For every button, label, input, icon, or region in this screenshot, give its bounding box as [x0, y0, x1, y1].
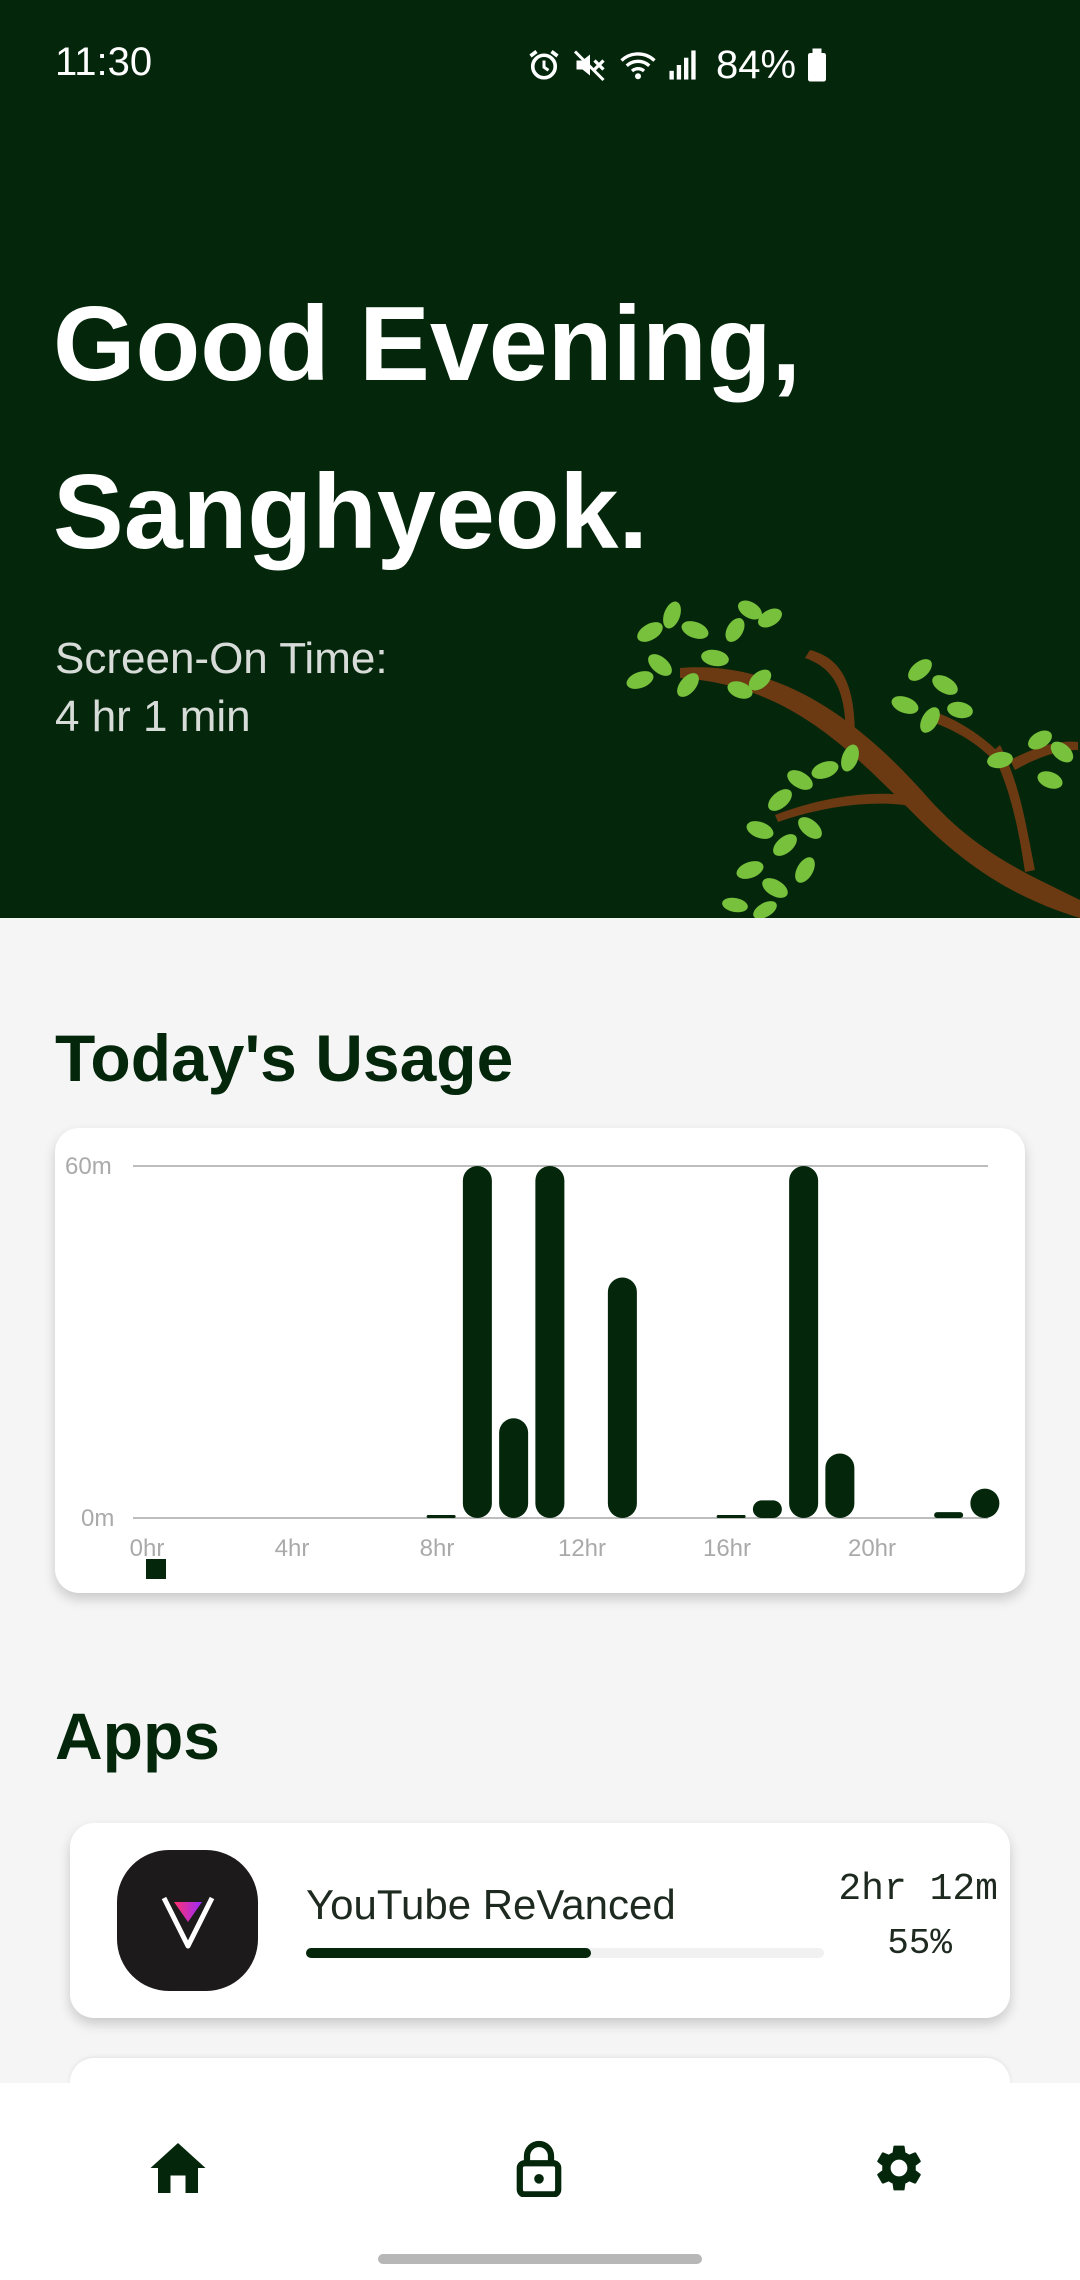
bar-hour-9	[462, 1166, 492, 1518]
greeting-line-2: Sanghyeok.	[53, 453, 648, 571]
screen-on-label: Screen-On Time:	[55, 634, 388, 683]
x-tick-label: 12hr	[558, 1535, 606, 1562]
youtube-revanced-icon	[117, 1850, 258, 1991]
wifi-icon	[620, 52, 656, 80]
app-usage-bar	[306, 1948, 824, 1958]
usage-chart: 60m 0m 0hr 4hr 8hr 12hr 16hr 20hr	[65, 1153, 1000, 1579]
signal-icon	[669, 50, 696, 80]
nav-home-button[interactable]	[143, 2133, 213, 2203]
status-time: 11:30	[55, 40, 153, 84]
bar-hour-8	[426, 1515, 456, 1518]
status-bar: 11:30 84%	[0, 0, 1080, 130]
battery-icon	[808, 48, 827, 82]
legend-swatch	[146, 1559, 166, 1579]
y-tick-label-bottom: 0m	[81, 1505, 114, 1532]
bar-hour-19	[825, 1453, 855, 1518]
usage-title: Today's Usage	[55, 1021, 514, 1095]
chart-bars	[426, 1166, 1000, 1518]
apps-title: Apps	[55, 1699, 220, 1773]
app-usage-percent: 55%	[887, 1923, 952, 1964]
app-usage-time: 2hr 12m	[838, 1868, 998, 1911]
home-icon	[150, 2143, 206, 2193]
x-tick-label: 8hr	[420, 1535, 455, 1562]
app-usage-bar-fill	[306, 1948, 591, 1958]
greeting: Good Evening, Sanghyeok.	[53, 260, 801, 596]
bar-hour-23	[970, 1488, 1000, 1518]
greeting-line-1: Good Evening,	[53, 285, 801, 403]
app-card-youtube-revanced[interactable]: YouTube ReVanced 2hr 12m 55%	[70, 1823, 1010, 2018]
screen-on-time: Screen-On Time: 4 hr 1 min	[55, 630, 388, 746]
bar-hour-18	[789, 1166, 819, 1518]
x-tick-label: 20hr	[848, 1535, 896, 1562]
x-tick-label: 4hr	[275, 1535, 310, 1562]
bar-hour-17	[752, 1500, 782, 1518]
x-tick-labels: 0hr 4hr 8hr 12hr 16hr 20hr	[130, 1535, 896, 1562]
gear-icon	[877, 2145, 921, 2191]
bar-hour-22	[934, 1512, 964, 1518]
bar-hour-16	[716, 1515, 746, 1518]
battery-percent: 84%	[716, 42, 797, 87]
bottom-nav	[0, 2083, 1080, 2280]
nav-lock-button[interactable]	[504, 2133, 574, 2203]
bar-hour-11	[535, 1166, 565, 1518]
bar-hour-10	[499, 1418, 529, 1518]
home-indicator[interactable]	[378, 2254, 702, 2264]
lock-icon	[516, 2140, 562, 2197]
x-tick-label: 16hr	[703, 1535, 751, 1562]
usage-chart-card: 60m 0m 0hr 4hr 8hr 12hr 16hr 20hr	[55, 1128, 1025, 1593]
x-tick-label: 0hr	[130, 1535, 165, 1562]
tree-branch-illustration	[626, 600, 1080, 918]
nav-settings-button[interactable]	[864, 2133, 934, 2203]
header: 11:30 84% Good Evening, Sanghyeok. Scree…	[0, 0, 1080, 918]
screen-on-value: 4 hr 1 min	[55, 692, 251, 741]
bar-hour-13	[607, 1277, 637, 1518]
y-tick-label-top: 60m	[65, 1153, 112, 1180]
alarm-icon	[529, 50, 559, 80]
status-icons: 84%	[526, 40, 828, 90]
mute-icon	[573, 50, 605, 82]
app-name: YouTube ReVanced	[306, 1881, 676, 1928]
